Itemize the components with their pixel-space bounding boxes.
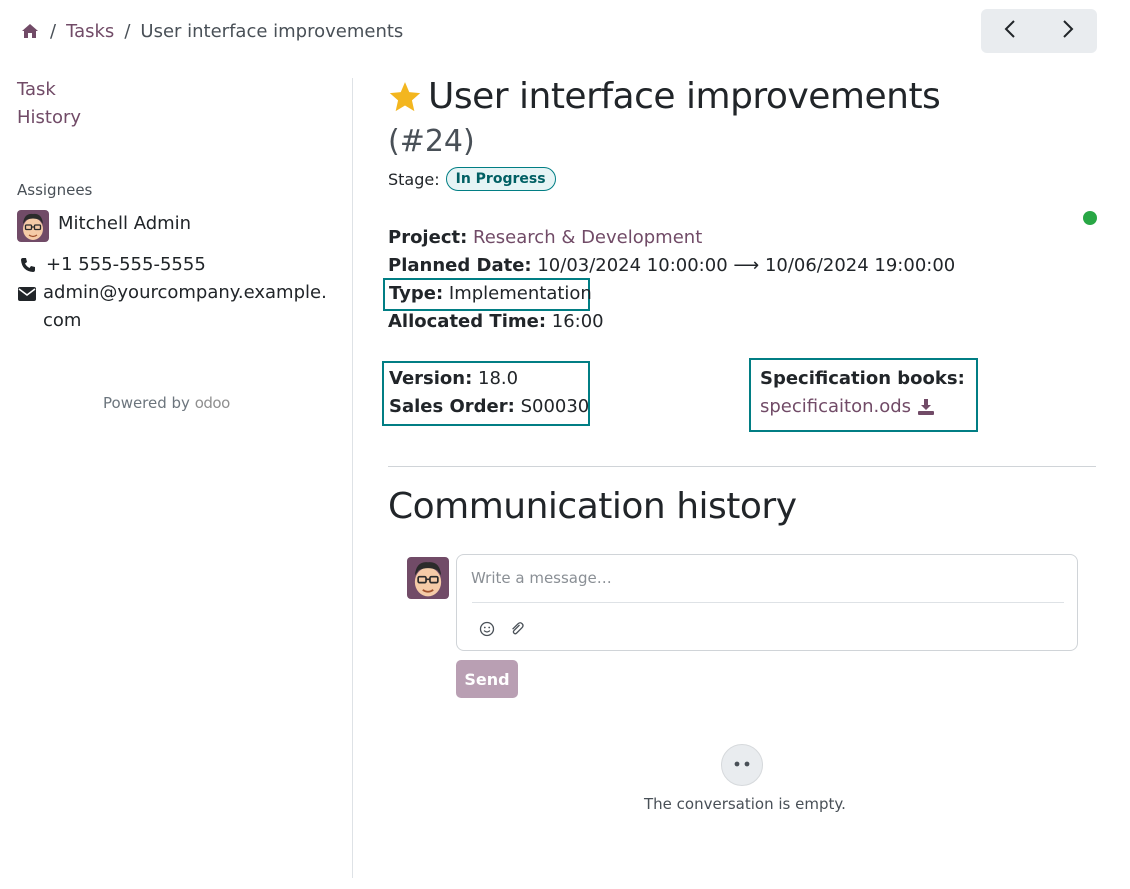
- next-record-button[interactable]: [1039, 9, 1097, 53]
- stage-badge: In Progress: [445, 167, 556, 191]
- sales-order-value: S00030: [520, 396, 590, 417]
- communication-history-title: Communication history: [388, 486, 797, 527]
- breadcrumb-separator: /: [50, 20, 57, 42]
- breadcrumb-tasks[interactable]: Tasks: [66, 21, 114, 42]
- powered-by: Powered by odoo: [103, 394, 230, 412]
- planned-end: 10/06/2024 19:00:00: [764, 255, 956, 276]
- avatar: [17, 210, 49, 242]
- project-link[interactable]: Research & Development: [473, 227, 702, 248]
- specification-label: Specification books:: [760, 368, 965, 389]
- envelope-icon: [18, 286, 36, 305]
- sidebar-link-task[interactable]: Task: [17, 79, 56, 100]
- record-pager: [981, 9, 1097, 53]
- odoo-logo[interactable]: odoo: [195, 394, 231, 412]
- email-address-wrap[interactable]: com: [43, 310, 81, 331]
- sales-order-field: Sales Order: S00030: [389, 396, 589, 417]
- breadcrumb-separator: /: [124, 20, 131, 42]
- task-reference: (#24): [388, 124, 475, 159]
- star-icon[interactable]: [388, 80, 422, 114]
- version-label: Version:: [389, 368, 473, 389]
- version-sales-box: Version: 18.0 Sales Order: S00030: [382, 361, 590, 426]
- powered-by-label: Powered by: [103, 394, 190, 412]
- allocated-time-value: 16:00: [551, 311, 604, 332]
- emoji-icon[interactable]: [477, 619, 497, 639]
- chevron-right-icon: [1062, 19, 1074, 43]
- paperclip-icon[interactable]: [507, 619, 527, 639]
- home-icon[interactable]: [20, 21, 40, 41]
- message-input[interactable]: Write a message…: [471, 569, 612, 587]
- type-label: Type:: [389, 283, 444, 304]
- sidebar-link-history[interactable]: History: [17, 107, 81, 128]
- type-field: Type: Implementation: [383, 278, 592, 311]
- type-value: Implementation: [448, 283, 592, 304]
- breadcrumb-current: User interface improvements: [140, 20, 404, 42]
- sidebar-divider: [352, 78, 353, 878]
- version-value: 18.0: [478, 368, 519, 389]
- project-label: Project:: [388, 227, 468, 248]
- status-indicator: [1083, 211, 1097, 225]
- message-composer: Write a message…: [456, 554, 1078, 651]
- previous-record-button[interactable]: [981, 9, 1039, 53]
- empty-conversation-text: The conversation is empty.: [644, 795, 846, 813]
- specification-file: specificaiton.ods: [760, 396, 935, 417]
- phone-icon: [20, 257, 36, 277]
- breadcrumb: / Tasks / User interface improvements: [20, 18, 403, 44]
- stage-row: Stage: In Progress: [388, 167, 556, 191]
- specification-box: Specification books: specificaiton.ods: [749, 358, 978, 432]
- email-address[interactable]: admin@yourcompany.example.: [43, 282, 327, 303]
- assignee-name: Mitchell Admin: [58, 213, 192, 234]
- sales-order-label: Sales Order:: [389, 396, 515, 417]
- task-title-text: User interface improvements: [428, 76, 941, 117]
- planned-date-field: Planned Date: 10/03/2024 10:00:00 ⟶ 10/0…: [388, 255, 955, 276]
- project-field: Project: Research & Development: [388, 227, 702, 248]
- version-field: Version: 18.0: [389, 368, 518, 389]
- download-icon[interactable]: [917, 398, 935, 416]
- phone-number[interactable]: +1 555-555-5555: [46, 254, 206, 275]
- allocated-time-label: Allocated Time:: [388, 311, 547, 332]
- arrow-right-icon: ⟶: [733, 255, 760, 276]
- send-button[interactable]: Send: [456, 660, 518, 698]
- empty-conversation-icon: [721, 744, 763, 786]
- task-title: User interface improvements: [388, 76, 941, 117]
- assignees-label: Assignees: [17, 181, 93, 199]
- stage-label: Stage:: [388, 169, 440, 189]
- composer-divider: [472, 602, 1064, 603]
- planned-date-label: Planned Date:: [388, 255, 532, 276]
- chevron-left-icon: [1004, 19, 1016, 43]
- composer-avatar: [407, 557, 449, 599]
- planned-start: 10/03/2024 10:00:00: [537, 255, 728, 276]
- section-divider: [388, 466, 1096, 467]
- allocated-time-field: Allocated Time: 16:00: [388, 311, 604, 332]
- specification-file-link[interactable]: specificaiton.ods: [760, 396, 911, 417]
